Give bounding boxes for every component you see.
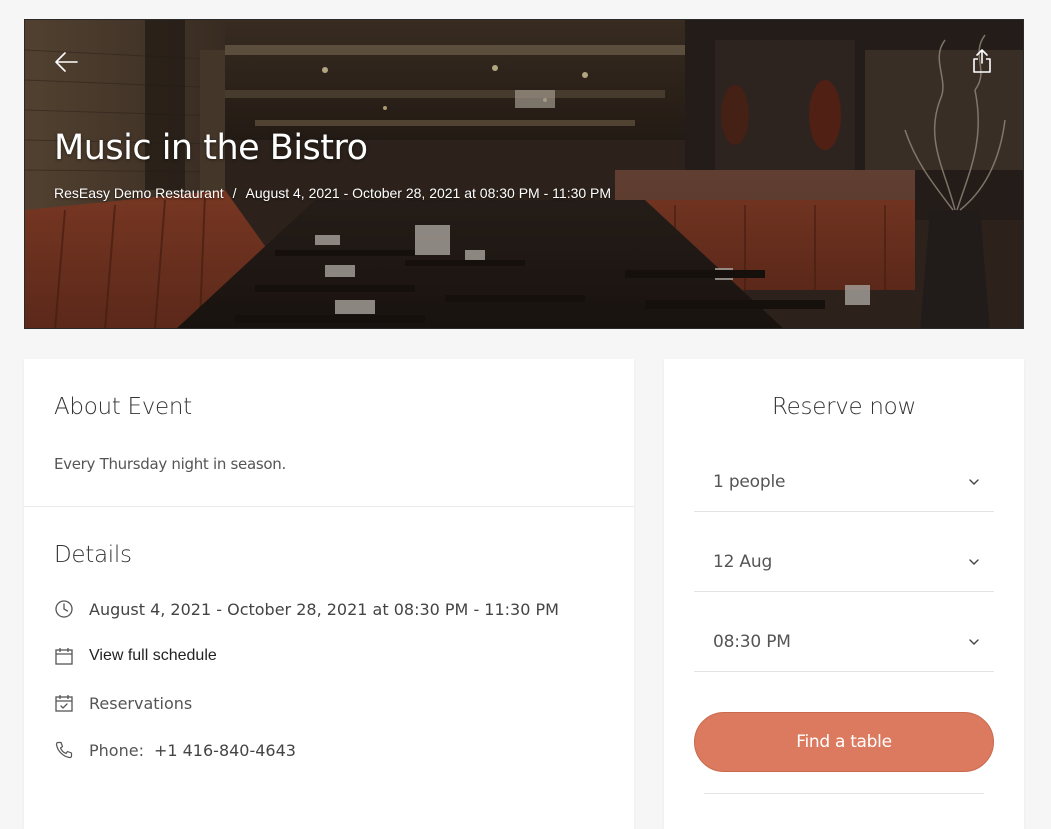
time-select[interactable]: 08:30 PM xyxy=(694,592,994,672)
event-description: Every Thursday night in season. xyxy=(54,455,286,473)
party-size-select[interactable]: 1 people xyxy=(694,432,994,512)
restaurant-name[interactable]: ResEasy Demo Restaurant xyxy=(54,185,224,201)
reserve-card: Reserve now 1 people 12 Aug 08:30 PM Fin… xyxy=(664,359,1024,829)
clock-icon xyxy=(54,599,74,619)
details-heading: Details xyxy=(54,542,132,568)
date-value: 12 Aug xyxy=(713,552,773,572)
phone-label: Phone: xyxy=(89,740,144,760)
chevron-down-icon xyxy=(969,639,979,645)
reservations-label: Reservations xyxy=(89,693,193,713)
breadcrumb: ResEasy Demo Restaurant / August 4, 2021 -… xyxy=(54,185,611,201)
phone-number[interactable]: +1 416-840-4643 xyxy=(154,741,296,760)
phone-icon xyxy=(54,740,74,760)
hero-overlay xyxy=(25,20,1023,328)
full-schedule-row[interactable]: View full schedule xyxy=(54,644,217,668)
find-table-button[interactable]: Find a table xyxy=(694,712,994,772)
chevron-down-icon xyxy=(969,559,979,565)
calendar-check-icon xyxy=(54,693,74,713)
chevron-down-icon xyxy=(969,479,979,485)
event-title: Music in the Bistro xyxy=(54,128,368,168)
time-value: 08:30 PM xyxy=(713,632,791,652)
event-date-range: August 4, 2021 - October 28, 2021 at 08:… xyxy=(245,185,612,201)
reserve-now-heading: Reserve now xyxy=(772,394,916,420)
calendar-icon xyxy=(54,646,74,666)
breadcrumb-separator: / xyxy=(232,185,237,201)
section-divider xyxy=(24,506,634,507)
schedule-row: August 4, 2021 - October 28, 2021 at 08:… xyxy=(54,597,559,621)
date-select[interactable]: 12 Aug xyxy=(694,512,994,592)
party-size-value: 1 people xyxy=(713,472,786,492)
back-arrow-icon[interactable] xyxy=(53,50,81,74)
view-full-schedule-link[interactable]: View full schedule xyxy=(89,647,217,665)
hero-banner: Music in the Bistro ResEasy Demo Restaur… xyxy=(24,19,1024,329)
event-info-card: About Event Every Thursday night in seas… xyxy=(24,359,634,829)
about-event-heading: About Event xyxy=(54,394,192,420)
bottom-divider xyxy=(704,793,984,794)
phone-row: Phone: +1 416-840-4643 xyxy=(54,738,296,762)
reservations-row: Reservations xyxy=(54,691,192,715)
share-icon[interactable] xyxy=(971,48,993,74)
schedule-text: August 4, 2021 - October 28, 2021 at 08:… xyxy=(89,599,559,619)
